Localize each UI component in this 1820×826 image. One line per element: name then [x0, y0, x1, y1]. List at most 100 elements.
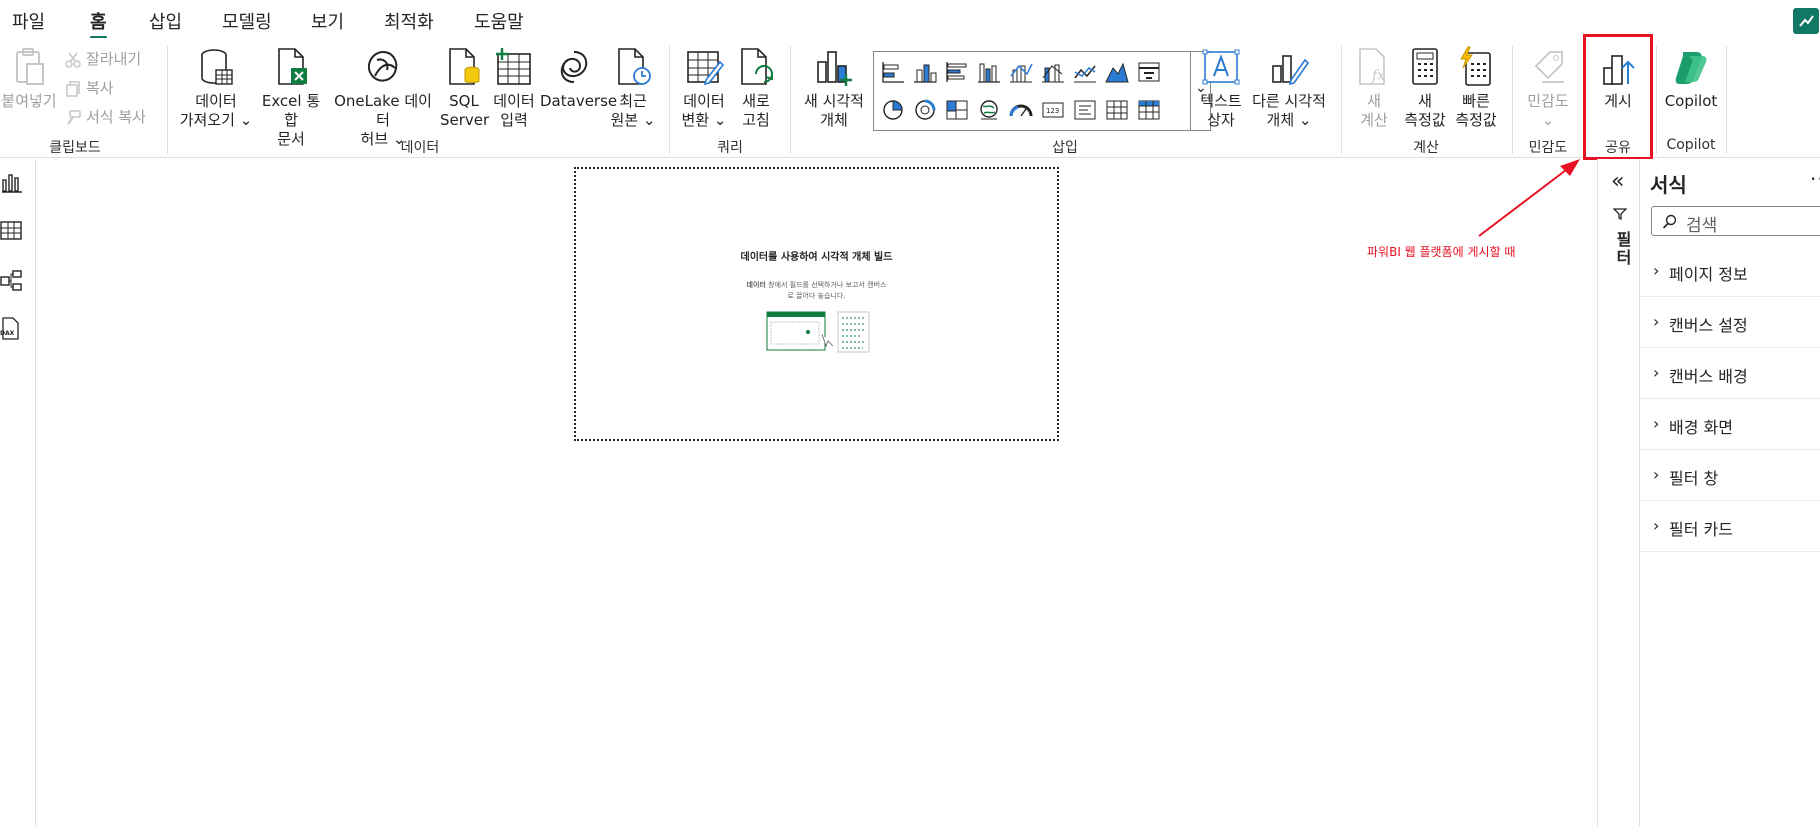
section-canvas-background[interactable]: › 캔버스 배경	[1640, 348, 1820, 399]
get-data-label-1: 데이터	[195, 92, 237, 110]
format-pane: 서식 ··· 검색 › 페이지 정보 › 캔버스 설정 › 캔버스 배경 › 배경 화면…	[1639, 159, 1820, 826]
new-measure-label-2: 측정값	[1404, 111, 1446, 129]
clipboard-group-label: 클립보드	[49, 140, 101, 156]
tab-file[interactable]: 파일	[12, 8, 45, 34]
new-calculation-button[interactable]: fx 새 계산	[1350, 46, 1398, 130]
double-chevron-left-icon[interactable]: «	[1611, 169, 1624, 194]
format-pane-title: 서식	[1650, 173, 1687, 197]
copy-icon	[66, 80, 80, 97]
onelake-label-1: OneLake 데이터	[334, 92, 432, 129]
section-label: 캔버스 설정	[1669, 316, 1748, 335]
gauge-icon[interactable]	[1008, 98, 1034, 122]
dax-query-view-icon[interactable]: DAX	[0, 317, 26, 341]
ribbon-divider	[1512, 46, 1513, 154]
stacked-bar-chart-icon[interactable]	[880, 60, 906, 84]
tab-insert[interactable]: 삽입	[149, 8, 182, 34]
database-icon	[201, 49, 233, 85]
area-chart-icon[interactable]	[1104, 60, 1130, 84]
clustered-column-chart-icon[interactable]	[976, 60, 1002, 84]
dataverse-button[interactable]: Dataverse	[540, 46, 617, 111]
recent-sources-icon	[618, 48, 651, 85]
more-visuals-label-1: 다른 시각적	[1252, 92, 1326, 110]
new-visual-label-2: 개체	[820, 111, 848, 129]
annotation-text: 파워BI 웹 플랫폼에 게시할 때	[1367, 245, 1516, 259]
funnel-chart-icon[interactable]	[1136, 60, 1162, 84]
share-corner-button[interactable]	[1793, 8, 1819, 34]
tab-view[interactable]: 보기	[311, 8, 344, 34]
tab-modeling[interactable]: 모델링	[222, 8, 272, 34]
enter-data-button[interactable]: 데이터 입력	[490, 46, 538, 130]
text-box-button[interactable]: 텍스트 상자	[1198, 46, 1244, 130]
format-painter-button[interactable]: 서식 복사	[64, 106, 146, 127]
section-canvas-settings[interactable]: › 캔버스 설정	[1640, 297, 1820, 348]
section-page-info[interactable]: › 페이지 정보	[1640, 246, 1820, 297]
data-group-label: 데이터	[400, 140, 440, 156]
map-icon[interactable]	[976, 98, 1002, 122]
filter-pane-collapsed[interactable]: « 필터	[1597, 159, 1639, 826]
chevron-down-icon: ⌄	[234, 111, 253, 129]
copy-button[interactable]: 복사	[64, 77, 114, 98]
refresh-label-2: 고침	[742, 111, 770, 129]
paste-button[interactable]: 붙여넣기	[0, 46, 58, 111]
card-icon[interactable]: 123	[1040, 98, 1066, 122]
transform-data-button[interactable]: 데이터 변환 ⌄	[678, 46, 730, 130]
clustered-bar-chart-icon[interactable]	[944, 60, 970, 84]
refresh-button[interactable]: 새로 고침	[734, 46, 778, 130]
section-filter-cards[interactable]: › 필터 카드	[1640, 501, 1820, 552]
copilot-button[interactable]: Copilot	[1660, 46, 1722, 111]
tab-home[interactable]: 홈	[90, 8, 107, 39]
matrix-icon[interactable]	[1136, 98, 1162, 122]
new-measure-button[interactable]: 새 측정값	[1400, 46, 1450, 130]
tab-optimize[interactable]: 최적화	[384, 8, 434, 34]
format-search-input[interactable]: 검색	[1651, 206, 1820, 236]
multi-row-card-icon[interactable]	[1072, 98, 1098, 122]
recent-label-1: 최근	[619, 92, 647, 110]
section-label: 배경 화면	[1669, 418, 1733, 437]
ribbon-divider	[1726, 46, 1727, 154]
sql-server-button[interactable]: SQL Server	[440, 46, 489, 130]
excel-workbook-button[interactable]: Excel 통합 문서	[256, 46, 326, 149]
section-filter-pane[interactable]: › 필터 창	[1640, 450, 1820, 501]
new-visual-button[interactable]: 새 시각적 개체	[798, 46, 870, 130]
line-and-column-chart-icon[interactable]	[1008, 60, 1034, 84]
excel-label-1: Excel 통합	[261, 92, 321, 129]
report-view-icon[interactable]	[0, 171, 26, 195]
pie-chart-icon[interactable]	[880, 98, 906, 122]
sensitivity-group-label: 민감도	[1528, 140, 1568, 156]
cut-button[interactable]: 잘라내기	[64, 48, 141, 69]
stacked-column-chart-icon[interactable]	[912, 60, 938, 84]
canvas-placeholder-title: 데이터를 사용하여 시각적 개체 빌드	[740, 252, 893, 263]
recent-sources-button[interactable]: 최근 원본 ⌄	[608, 46, 658, 130]
donut-chart-icon[interactable]	[912, 98, 938, 122]
dataverse-icon	[560, 51, 588, 83]
text-box-label-1: 텍스트	[1200, 92, 1242, 110]
search-placeholder: 검색	[1686, 216, 1718, 236]
tab-help[interactable]: 도움말	[474, 8, 524, 34]
ribbon-divider	[167, 46, 168, 154]
model-view-icon[interactable]	[0, 269, 26, 293]
transform-label-1: 데이터	[683, 92, 725, 110]
new-visual-icon	[817, 51, 852, 86]
get-data-button[interactable]: 데이터 가져오기 ⌄	[176, 46, 256, 130]
sensitivity-label: 민감도	[1527, 92, 1569, 110]
quick-measure-button[interactable]: 빠른 측정값	[1450, 46, 1502, 130]
chevron-right-icon: ›	[1653, 516, 1660, 535]
more-options-icon[interactable]: ···	[1810, 167, 1820, 191]
chevron-right-icon: ›	[1653, 261, 1660, 280]
chevron-down-icon: ⌄	[638, 111, 656, 129]
table-visual-icon[interactable]	[1104, 98, 1130, 122]
onelake-data-hub-button[interactable]: OneLake 데이터 허브 ⌄	[328, 46, 438, 149]
treemap-icon[interactable]	[944, 98, 970, 122]
line-chart-icon[interactable]	[1072, 60, 1098, 84]
refresh-icon	[741, 48, 773, 85]
sensitivity-button[interactable]: 민감도 ⌄	[1520, 46, 1576, 130]
get-data-label-2: 가져오기	[179, 111, 235, 129]
table-view-icon[interactable]	[0, 219, 26, 243]
report-canvas[interactable]: 데이터를 사용하여 시각적 개체 빌드 데이터 창에서 필드를 선택하거나 보고…	[574, 167, 1059, 441]
ribbon-chart-icon[interactable]	[1040, 60, 1066, 84]
canvas-placeholder-description: 데이터 창에서 필드를 선택하거나 보고서 캔버스로 끌어다 놓습니다.	[576, 280, 1057, 302]
section-wallpaper[interactable]: › 배경 화면	[1640, 399, 1820, 450]
copy-label: 복사	[86, 79, 114, 97]
chevron-down-icon: ⌄	[709, 111, 727, 129]
more-visuals-button[interactable]: 다른 시각적 개체 ⌄	[1248, 46, 1330, 130]
